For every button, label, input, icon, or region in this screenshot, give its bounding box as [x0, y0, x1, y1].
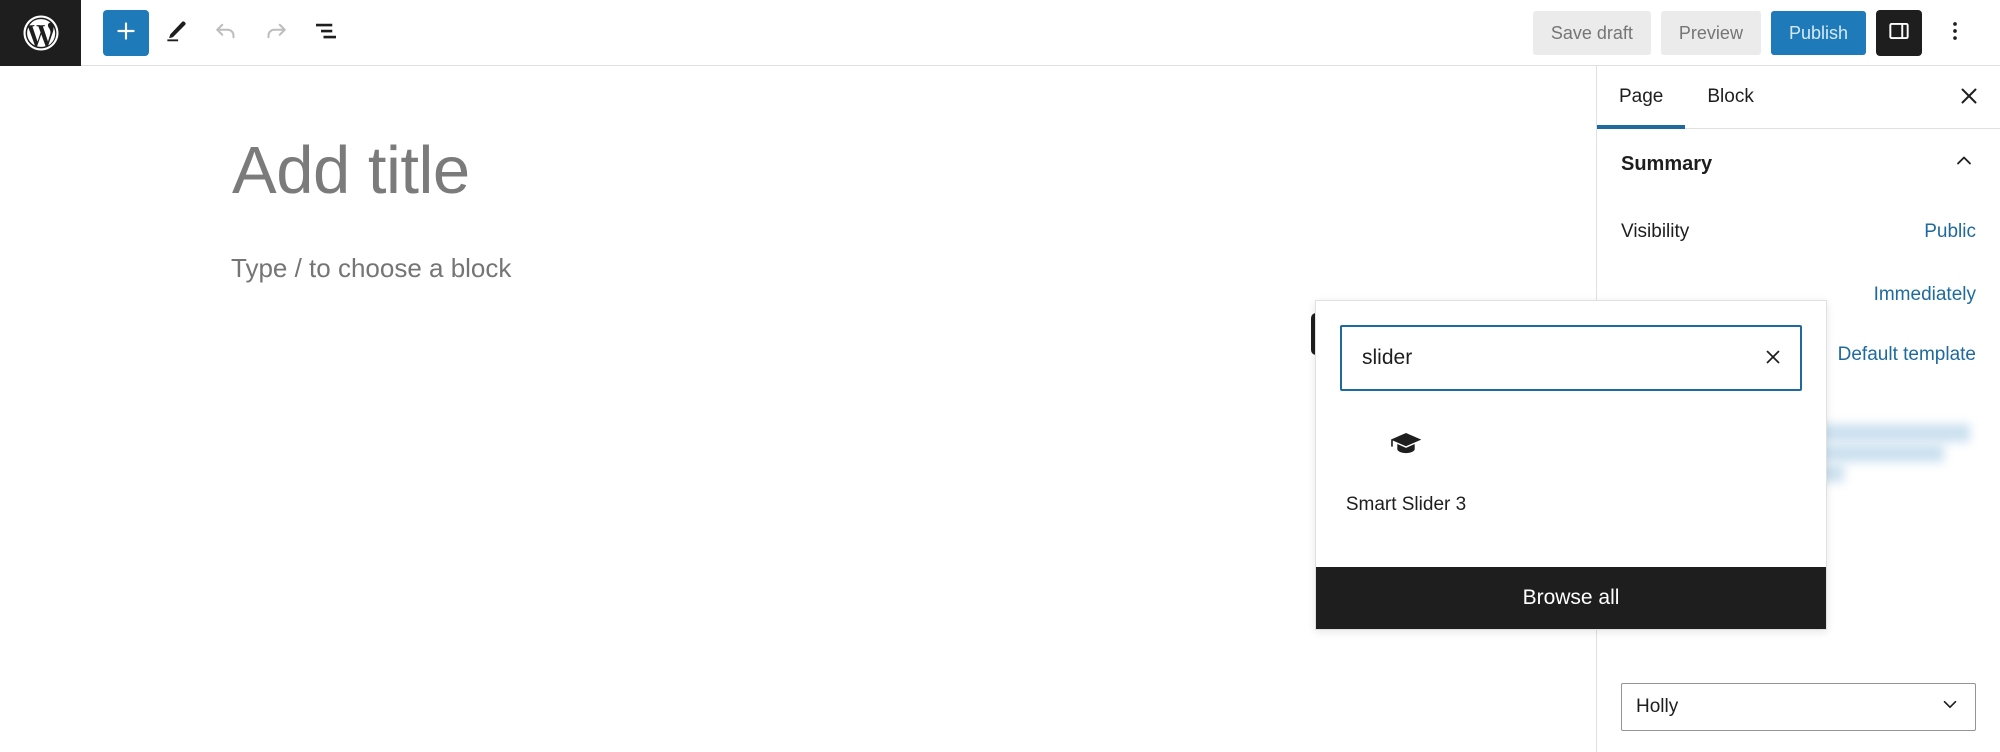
inserter-search-wrap [1316, 301, 1826, 391]
pencil-icon [162, 17, 190, 48]
author-select-wrap: Holly [1597, 683, 2000, 731]
block-search-input[interactable] [1342, 346, 1746, 370]
list-view-icon [311, 16, 341, 49]
publish-button[interactable]: Publish [1770, 10, 1866, 55]
redo-button[interactable] [253, 10, 299, 56]
block-result-label: Smart Slider 3 [1345, 494, 1467, 515]
tools-edit-button[interactable] [153, 10, 199, 56]
settings-sidebar-toggle[interactable] [1876, 9, 1922, 56]
add-block-button[interactable] [103, 9, 149, 56]
top-bar-left-tools [81, 9, 349, 56]
chevron-down-icon [1939, 693, 1961, 721]
list-view-button[interactable] [303, 10, 349, 56]
chevron-up-icon [1952, 149, 1976, 179]
sidebar-tabs: Page Block [1597, 66, 2000, 129]
author-select-value: Holly [1636, 696, 1679, 717]
close-icon [1956, 83, 1982, 112]
template-value[interactable]: Default template [1838, 344, 1976, 366]
save-draft-button[interactable]: Save draft [1532, 10, 1651, 55]
wordpress-logo-icon [20, 12, 62, 54]
graduation-cap-icon [1388, 427, 1424, 466]
publish-date-value[interactable]: Immediately [1874, 284, 1976, 306]
plus-icon [113, 18, 139, 47]
wordpress-block-editor: Save draft Preview Publish Add title Typ… [0, 0, 2000, 752]
summary-panel-title: Summary [1621, 152, 1713, 175]
visibility-label: Visibility [1621, 221, 1690, 242]
top-bar-right-actions: Save draft Preview Publish [1532, 9, 2000, 56]
empty-block-paragraph[interactable]: Type / to choose a block [231, 253, 511, 284]
tab-block[interactable]: Block [1685, 66, 1775, 128]
more-options-icon [1942, 18, 1968, 47]
undo-button[interactable] [203, 10, 249, 56]
more-options-button[interactable] [1932, 10, 1978, 56]
block-inserter-popover: Smart Slider 3 Browse all [1315, 300, 1827, 630]
visibility-value-button[interactable]: Public [1924, 221, 1976, 243]
editor-top-bar: Save draft Preview Publish [0, 0, 2000, 66]
clear-search-button[interactable] [1746, 327, 1800, 389]
post-title-input[interactable]: Add title [232, 134, 470, 208]
sidebar-panel-icon [1886, 18, 1912, 47]
wordpress-logo-button[interactable] [0, 0, 81, 66]
inserter-results: Smart Slider 3 [1316, 391, 1826, 567]
visibility-row: Visibility Public [1597, 199, 2000, 265]
browse-all-button[interactable]: Browse all [1316, 567, 1826, 629]
preview-button[interactable]: Preview [1660, 10, 1761, 55]
block-result-smart-slider-3[interactable]: Smart Slider 3 [1340, 419, 1472, 524]
tab-page[interactable]: Page [1597, 66, 1686, 129]
close-icon [1761, 345, 1785, 372]
close-sidebar-button[interactable] [1937, 66, 2000, 128]
summary-panel-header[interactable]: Summary [1597, 129, 2000, 199]
author-select[interactable]: Holly [1621, 683, 1976, 731]
undo-icon [211, 16, 241, 49]
block-search-field[interactable] [1340, 325, 1802, 391]
redo-icon [261, 16, 291, 49]
